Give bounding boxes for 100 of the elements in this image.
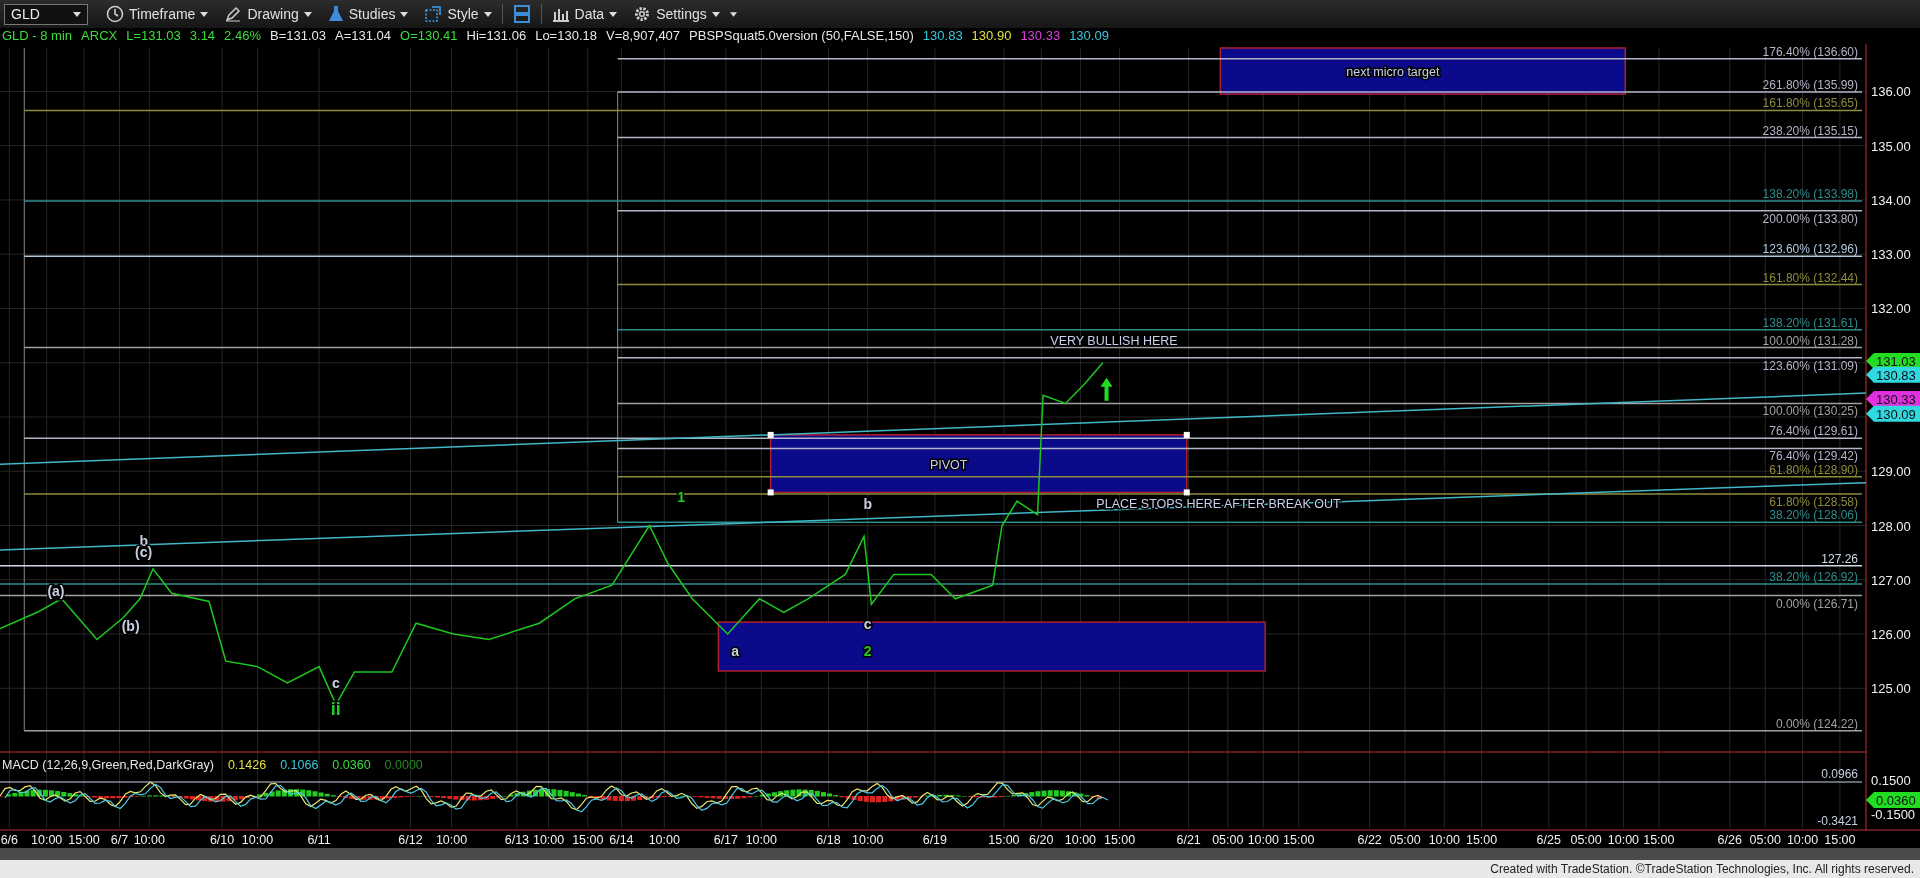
caret-icon[interactable]	[729, 11, 737, 17]
caret-icon	[200, 11, 209, 17]
time-axis-label: 10:00	[435, 833, 468, 847]
time-axis-label: 10:00	[1064, 833, 1097, 847]
fib-level-label: 176.40% (136.60)	[1762, 44, 1858, 59]
price-axis-label: 132.00	[1871, 301, 1911, 317]
time-axis-label: 6/7	[110, 833, 129, 847]
toolbar-button[interactable]: Studies	[321, 3, 415, 25]
time-axis-label: 6/12	[398, 833, 423, 847]
macd-axis-label: 0.1500	[1871, 773, 1911, 788]
scrollbar[interactable]	[0, 848, 1920, 860]
wave-label: ii	[330, 699, 341, 720]
fib-level-label: 138.20% (131.61)	[1762, 315, 1858, 330]
price-axis-label: 136.00	[1871, 84, 1911, 100]
wave-label: b	[863, 496, 872, 513]
caret-icon	[609, 11, 618, 17]
zone-label: next micro target	[1346, 65, 1440, 80]
price-axis-label: 126.00	[1871, 627, 1911, 643]
time-axis-label: 6/17	[713, 833, 739, 847]
pen-icon	[224, 5, 243, 23]
time-axis-label: 05:00	[1389, 833, 1421, 847]
time-axis-label: 6/20	[1029, 833, 1054, 847]
time-axis-label: 6/18	[816, 833, 841, 847]
time-axis-label: 6/21	[1176, 833, 1201, 847]
wave-label: c	[332, 675, 340, 692]
time-axis-label: 10:00	[1786, 833, 1819, 847]
style-icon	[424, 5, 443, 23]
caret-icon	[483, 11, 492, 17]
time-axis-label: 15:00	[1103, 833, 1136, 847]
time-axis-label: 10:00	[133, 833, 165, 847]
zone-label: PIVOT	[929, 457, 968, 472]
symbol-dropdown[interactable]: GLD	[4, 3, 88, 25]
resize-handle[interactable]	[1183, 489, 1190, 496]
fib-level-label: 138.20% (133.98)	[1762, 187, 1858, 201]
quote-value: Hi=131.06	[466, 28, 527, 44]
price-flag: 130.33	[1866, 391, 1920, 408]
wave-label: (b)	[121, 618, 140, 635]
fib-level-label: 38.20% (126.92)	[1769, 570, 1858, 585]
time-axis-label: 05:00	[1212, 833, 1244, 847]
time-axis-label: 10:00	[1607, 833, 1640, 847]
time-axis-label: 15:00	[1643, 833, 1675, 847]
time-axis-label: 6/14	[609, 833, 634, 847]
time-axis-label: 15:00	[1465, 833, 1498, 847]
fib-level-label: 261.80% (135.99)	[1762, 77, 1858, 92]
quote-value: 3.14	[189, 28, 216, 44]
time-axis-label: 6/11	[307, 833, 331, 847]
quote-value: 130.83	[922, 28, 963, 44]
toolbar-button[interactable]: Timeframe	[100, 3, 215, 25]
resize-handle[interactable]	[767, 489, 774, 496]
resize-handle[interactable]	[1183, 431, 1190, 438]
macd-legend-value: 0.0000	[384, 758, 423, 772]
time-axis-label: 6/22	[1357, 833, 1382, 847]
time-axis-label: 6/26	[1717, 833, 1742, 847]
toolbar-button[interactable]: Settings	[627, 3, 726, 25]
time-axis-label: 10:00	[532, 833, 565, 847]
fib-level-label: 61.80% (128.58)	[1769, 495, 1858, 510]
toolbar-button[interactable]: Data	[545, 3, 624, 25]
fib-level-label: 161.80% (135.65)	[1762, 96, 1858, 111]
layout-icon	[512, 4, 531, 24]
price-axis-label: 133.00	[1871, 247, 1911, 263]
wave-label: (a)	[47, 583, 65, 600]
copyright-text: Created with TradeStation. ©TradeStation Technologies, Inc. All rights reserved.	[1490, 862, 1914, 876]
up-arrow-icon	[1100, 377, 1113, 401]
time-axis-label: 10:00	[648, 833, 680, 847]
quote-value: PBSPSquat5.0version (50,FALSE,150)	[689, 28, 914, 44]
macd-level-label: -0.3421	[1817, 814, 1858, 828]
quote-value: V=8,907,407	[606, 28, 681, 44]
fib-level-label: 127.26	[1821, 551, 1858, 566]
quote-value: 2.46%	[224, 28, 261, 44]
fib-level-label: 238.20% (135.15)	[1762, 123, 1858, 138]
quote-value: L=131.03	[126, 28, 181, 44]
macd-flag: 0.0360	[1866, 792, 1920, 808]
fib-level-label: 123.60% (131.09)	[1762, 358, 1858, 373]
clock-icon	[106, 5, 124, 23]
toolbar-button[interactable]: Style	[418, 3, 498, 25]
time-axis-label: 10:00	[31, 833, 63, 847]
time-axis-label: 6/19	[922, 833, 948, 847]
time-axis-label: 15:00	[988, 833, 1020, 847]
macd-legend-value: 0.1426	[227, 758, 267, 772]
flask-icon	[327, 5, 344, 23]
fib-level-label: 0.00% (126.71)	[1775, 596, 1858, 611]
time-axis-label: 10:00	[745, 833, 777, 847]
settings-icon	[633, 5, 652, 23]
quote-value: 130.90	[971, 28, 1012, 44]
quote-value: ARCX	[81, 28, 118, 44]
price-axis-label: 129.00	[1871, 464, 1911, 480]
quote-value: O=130.41	[400, 28, 458, 44]
quote-value: 130.33	[1020, 28, 1061, 44]
toolbar-button[interactable]: Drawing	[218, 3, 318, 25]
time-axis-label: 05:00	[1570, 833, 1602, 847]
time-axis-label: 6/25	[1536, 833, 1561, 847]
caret-icon	[400, 11, 409, 17]
fib-level-label: 38.20% (128.06)	[1769, 508, 1858, 523]
price-axis-label: 135.00	[1871, 138, 1911, 154]
bar-chart-icon	[551, 6, 570, 22]
resize-handle[interactable]	[767, 431, 774, 438]
macd-legend-value: 0.1066	[280, 758, 319, 772]
quote-value: A=131.04	[335, 28, 392, 44]
wave-label: a	[731, 642, 740, 659]
time-axis-label: 10:00	[852, 833, 884, 847]
